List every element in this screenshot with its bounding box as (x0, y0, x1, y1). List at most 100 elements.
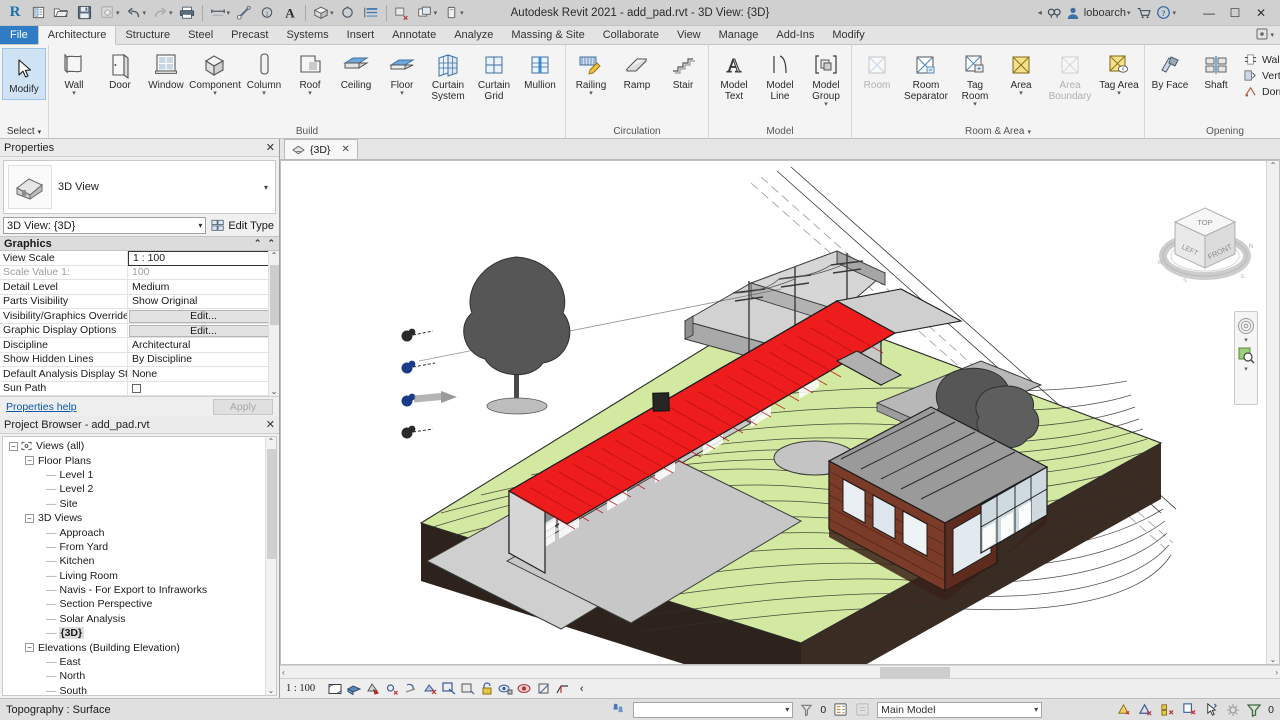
scroll-up-icon[interactable]: ⌃ (271, 251, 278, 260)
tree-node-solar-analysis[interactable]: — Solar Analysis (3, 612, 276, 626)
user-avatar-icon[interactable] (1066, 6, 1080, 20)
property-row[interactable]: Show Hidden Lines By Discipline (0, 352, 279, 367)
3d-view-dropdown-icon[interactable]: ▾ (330, 9, 334, 17)
visibility-graphics-edit-button[interactable]: Edit... (129, 310, 278, 323)
property-row[interactable]: Default Analysis Display St... None (0, 367, 279, 382)
search-help-icon[interactable] (1046, 6, 1062, 20)
unlock-3d-view-icon[interactable] (479, 681, 494, 696)
select-pinned-icon[interactable] (1160, 702, 1175, 717)
scroll-up-icon[interactable]: ⌃ (1270, 161, 1277, 170)
property-row[interactable]: Sun Path (0, 381, 279, 396)
detail-level-icon[interactable] (346, 681, 361, 696)
undo-icon[interactable] (123, 2, 145, 24)
tab-add-ins[interactable]: Add-Ins (767, 26, 823, 44)
modify-button[interactable]: Modify (2, 48, 46, 100)
undo-dropdown-icon[interactable]: ▾ (143, 9, 147, 17)
tab-view[interactable]: View (668, 26, 710, 44)
design-options-icon[interactable] (833, 702, 848, 717)
ceiling-button[interactable]: Ceiling (333, 48, 379, 93)
vertical-opening-item[interactable]: Vertical (1241, 68, 1280, 83)
tree-node-3d-selected[interactable]: — {3D} (3, 626, 276, 640)
measure-icon[interactable] (207, 2, 229, 24)
text-icon[interactable]: A (279, 2, 301, 24)
property-value[interactable]: 1 : 100 (128, 251, 279, 266)
property-row[interactable]: View Scale 1 : 100 (0, 251, 279, 266)
tree-node-views-all[interactable]: − Views (all) (3, 439, 276, 453)
scroll-left-icon[interactable]: ‹ (282, 668, 285, 677)
property-value[interactable]: Show Original (128, 295, 279, 309)
temporary-view-properties-icon[interactable] (536, 681, 551, 696)
ribbon-display-icon[interactable] (1256, 28, 1268, 43)
tag-area-dropdown-icon[interactable]: ▾ (1117, 90, 1121, 97)
thin-lines-icon[interactable] (360, 2, 382, 24)
edit-type-button[interactable]: Edit Type (209, 219, 276, 232)
graphic-display-options-edit-button[interactable]: Edit... (129, 324, 278, 337)
tab-precast[interactable]: Precast (222, 26, 277, 44)
switch-windows-dropdown-icon[interactable]: ▾ (434, 9, 438, 17)
tab-insert[interactable]: Insert (338, 26, 384, 44)
close-properties-icon[interactable]: ✕ (266, 141, 275, 154)
property-value[interactable] (128, 382, 279, 396)
ribbon-display-dropdown-icon[interactable]: ▾ (1270, 31, 1274, 39)
property-row[interactable]: Discipline Architectural (0, 338, 279, 353)
steering-wheel-icon[interactable] (1236, 316, 1256, 336)
aligned-dimension-icon[interactable] (233, 2, 255, 24)
viewport-horizontal-scrollbar[interactable]: ‹ › (280, 665, 1280, 678)
drag-elements-icon[interactable] (1204, 702, 1219, 717)
property-row[interactable]: Parts Visibility Show Original (0, 294, 279, 309)
redo-dropdown-icon[interactable]: ▾ (169, 9, 173, 17)
tab-manage[interactable]: Manage (710, 26, 768, 44)
property-row[interactable]: Graphic Display Options Edit... (0, 323, 279, 338)
navigation-bar[interactable]: ▾ ▾ (1234, 311, 1258, 405)
maximize-button[interactable]: ☐ (1222, 2, 1248, 24)
tag-room-dropdown-icon[interactable]: ▾ (973, 101, 977, 108)
editable-only-icon[interactable] (855, 702, 870, 717)
tag-icon[interactable]: 1 (256, 2, 278, 24)
crop-view-icon[interactable] (441, 681, 456, 696)
shadows-icon[interactable] (403, 681, 418, 696)
workset-combo[interactable]: ▾ (633, 701, 794, 718)
model-canvas[interactable] (281, 161, 1277, 665)
user-dropdown-icon[interactable]: ▾ (1127, 9, 1131, 17)
roof-dropdown-icon[interactable]: ▾ (308, 90, 312, 97)
tree-node-level-1[interactable]: — Level 1 (3, 468, 276, 482)
panel-title-select[interactable]: Select ▾ (2, 125, 46, 138)
column-dropdown-icon[interactable]: ▾ (262, 90, 266, 97)
temporary-hide-isolate-icon[interactable] (498, 681, 513, 696)
shaft-button[interactable]: Shaft (1193, 48, 1239, 93)
wall-opening-item[interactable]: Wall (1241, 52, 1280, 67)
tree-node-floor-plans[interactable]: − Floor Plans (3, 453, 276, 467)
chevron-down-icon[interactable]: ▾ (785, 705, 789, 714)
view-tab-3d[interactable]: {3D} ✕ (284, 139, 358, 159)
filter-icon[interactable] (1247, 703, 1262, 717)
tab-structure[interactable]: Structure (116, 26, 179, 44)
scroll-thumb[interactable] (267, 449, 276, 559)
view-cube[interactable]: TOP LEFT FRONT N W E S (1151, 196, 1261, 291)
property-value[interactable]: By Discipline (128, 353, 279, 367)
model-group-button[interactable]: Model Group ▾ (803, 48, 849, 110)
panel-title-room-area[interactable]: Room & Area ▾ (854, 125, 1142, 138)
roof-button[interactable]: Roof ▾ (287, 48, 333, 99)
steering-wheel-dropdown-icon[interactable]: ▾ (1244, 337, 1248, 344)
property-value[interactable]: None (128, 367, 279, 381)
close-hidden-windows-icon[interactable] (391, 2, 413, 24)
wall-button[interactable]: Wall ▾ (51, 48, 97, 99)
sun-path-icon[interactable] (384, 681, 399, 696)
railing-button[interactable]: Railing ▾ (568, 48, 614, 99)
chevron-down-icon[interactable]: ▾ (198, 221, 202, 230)
default-3d-view-icon[interactable] (310, 2, 332, 24)
component-dropdown-icon[interactable]: ▾ (213, 90, 217, 97)
tab-systems[interactable]: Systems (277, 26, 337, 44)
column-button[interactable]: Column ▾ (241, 48, 287, 99)
tab-file[interactable]: File (0, 26, 38, 44)
model-text-button[interactable]: A Model Text (711, 48, 757, 104)
revit-logo-icon[interactable]: R (4, 2, 26, 24)
print-icon[interactable] (176, 2, 198, 24)
tab-collaborate[interactable]: Collaborate (594, 26, 668, 44)
tree-node-living-room[interactable]: — Living Room (3, 569, 276, 583)
scroll-down-icon[interactable]: ⌄ (271, 387, 278, 396)
design-option-combo[interactable]: Main Model ▾ (877, 701, 1043, 718)
scale-icon[interactable] (327, 681, 342, 696)
area-dropdown-icon[interactable]: ▾ (1019, 90, 1023, 97)
expander-minus-icon[interactable]: − (25, 643, 34, 653)
